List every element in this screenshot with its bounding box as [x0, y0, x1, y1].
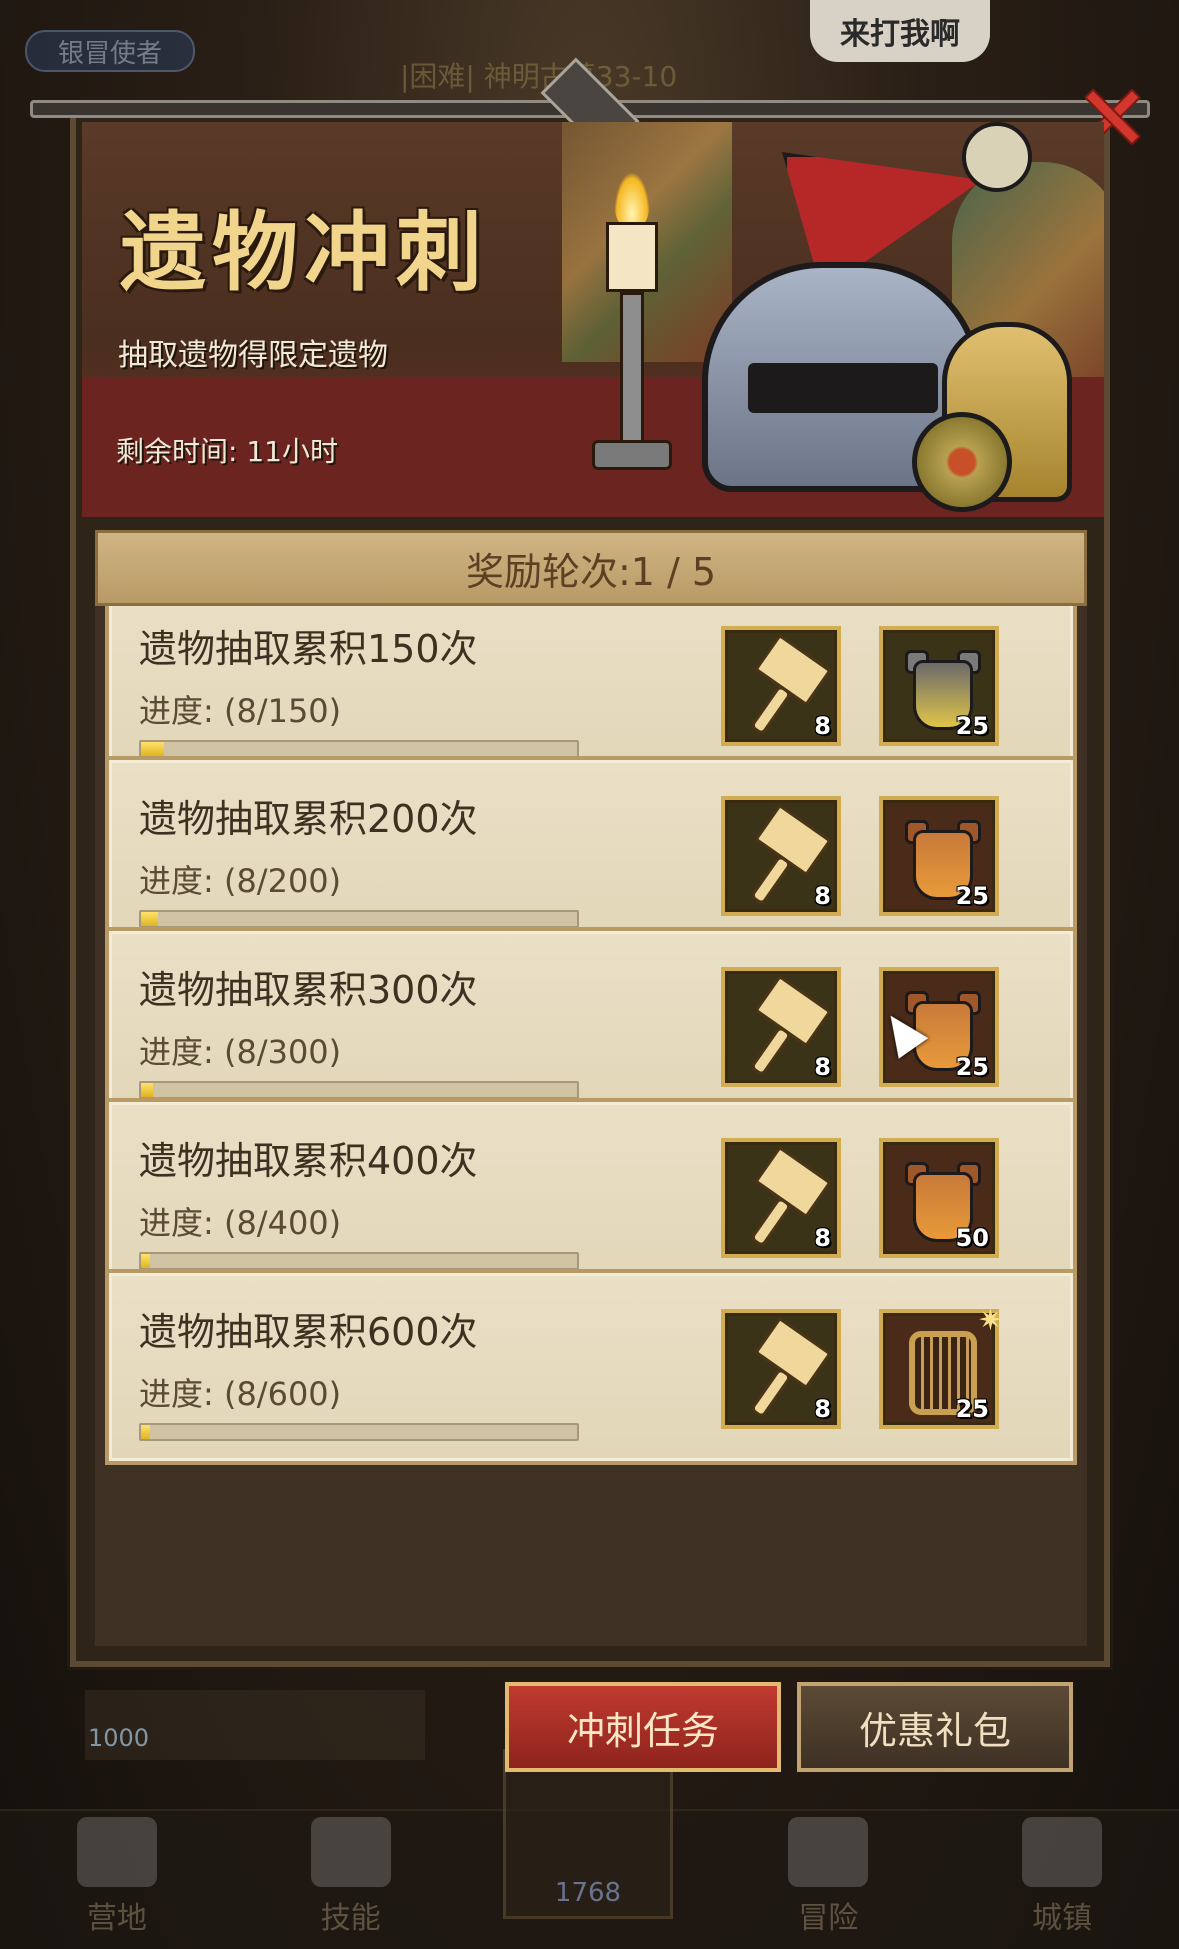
event-title: 遗物冲刺 [120, 202, 488, 303]
reward-slot-harp[interactable]: ✷ 25 [879, 1303, 1003, 1429]
reward-round-header: 奖励轮次:1 / 5 [95, 530, 1087, 606]
nav-center-battle[interactable]: 1768 [503, 1749, 673, 1919]
task-row: 遗物抽取累积400次进度: (8/400) 8 50 [105, 1098, 1077, 1294]
task-title: 遗物抽取累积600次 [139, 1310, 478, 1354]
candle-icon [592, 172, 672, 482]
task-title: 遗物抽取累积150次 [139, 627, 478, 671]
nav-item-town[interactable]: 城镇 [982, 1817, 1142, 1937]
progress-bar-fill [141, 1254, 150, 1268]
event-banner: 遗物冲刺 抽取遗物得限定遗物 剩余时间: 11小时 [82, 122, 1104, 517]
progress-bar [139, 1252, 579, 1270]
progress-bar-fill [141, 1083, 153, 1097]
reward-count: 50 [955, 1224, 989, 1252]
reward-slot-hammer[interactable]: 8 [721, 1309, 841, 1429]
reward-slot-armor[interactable]: 25 [879, 796, 999, 916]
nav-label: 技能 [320, 1901, 381, 1936]
nav-label: 城镇 [1032, 1901, 1093, 1936]
task-title: 遗物抽取累积200次 [139, 797, 478, 841]
task-row: 遗物抽取累积600次进度: (8/600) 8 ✷ 25 [105, 1269, 1077, 1465]
nav-item-adventure[interactable]: 冒险 [748, 1817, 908, 1937]
progress-bar-fill [141, 1425, 150, 1439]
task-progress-text: 进度: (8/200) [139, 862, 342, 900]
sparkle-icon: ✷ [977, 1303, 1003, 1338]
nav-label: 营地 [86, 1901, 147, 1936]
reward-count: 25 [955, 882, 989, 910]
reward-count: 25 [955, 1053, 989, 1081]
top-badge: 银冒使者 [25, 30, 195, 72]
skills-icon [310, 1817, 391, 1887]
map-icon [788, 1817, 869, 1887]
speech-bubble: 来打我啊 [810, 0, 990, 62]
progress-bar-fill [141, 742, 165, 756]
background-tile-value: 1000 [88, 1724, 150, 1752]
reward-slot-hammer[interactable]: 8 [721, 1138, 841, 1258]
level-label: |困难| 神明古墓33-10 [400, 60, 678, 93]
nav-item-skills[interactable]: 技能 [271, 1817, 431, 1937]
reward-count: 8 [814, 882, 831, 910]
reward-slot-armor[interactable]: 50 [879, 1138, 999, 1258]
reward-count: 25 [955, 712, 989, 740]
reward-slot-hammer[interactable]: 8 [721, 796, 841, 916]
task-title: 遗物抽取累积400次 [139, 1139, 478, 1183]
reward-slot-armor[interactable]: 25 [879, 626, 999, 746]
skull-icon [962, 122, 1032, 192]
progress-bar-fill [141, 912, 159, 926]
nav-item-camp[interactable]: 营地 [37, 1817, 197, 1937]
task-progress-text: 进度: (8/600) [139, 1375, 342, 1413]
task-title: 遗物抽取累积300次 [139, 968, 478, 1012]
task-row: 遗物抽取累积200次进度: (8/200) 8 25 [105, 756, 1077, 952]
reward-count: 8 [814, 1395, 831, 1423]
reward-count: 8 [814, 712, 831, 740]
progress-bar [139, 910, 579, 928]
tab-discount-pack[interactable]: 优惠礼包 [797, 1682, 1073, 1772]
reward-round-label: 奖励轮次:1 / 5 [465, 549, 717, 594]
castle-icon [1022, 1817, 1103, 1887]
progress-bar [139, 1081, 579, 1099]
task-row: 遗物抽取累积300次进度: (8/300) 8 25 [105, 927, 1077, 1123]
nav-label: 冒险 [798, 1901, 859, 1936]
progress-bar [139, 1423, 579, 1441]
reward-count: 8 [814, 1224, 831, 1252]
task-list[interactable]: 遗物抽取累积150次 进度: (8/150) 8 25 遗物抽取累积200次 进度: (8… [95, 606, 1087, 1646]
reward-count: 8 [814, 1053, 831, 1081]
medallion-icon [912, 412, 1012, 512]
reward-count: 25 [955, 1395, 989, 1423]
reward-slot-hammer[interactable]: 8 [721, 967, 841, 1087]
task-progress-text: 进度: (8/150) [139, 692, 342, 730]
time-remaining: 剩余时间: 11小时 [116, 435, 338, 468]
tent-icon [76, 1817, 157, 1887]
tab-sprint-tasks[interactable]: 冲刺任务 [505, 1682, 781, 1772]
task-progress-text: 进度: (8/300) [139, 1033, 342, 1071]
event-subtitle: 抽取遗物得限定遗物 [118, 338, 388, 373]
reward-slot-hammer[interactable]: 8 [721, 626, 841, 746]
currency-value: 1768 [554, 1878, 622, 1908]
task-progress-text: 进度: (8/400) [139, 1204, 342, 1242]
